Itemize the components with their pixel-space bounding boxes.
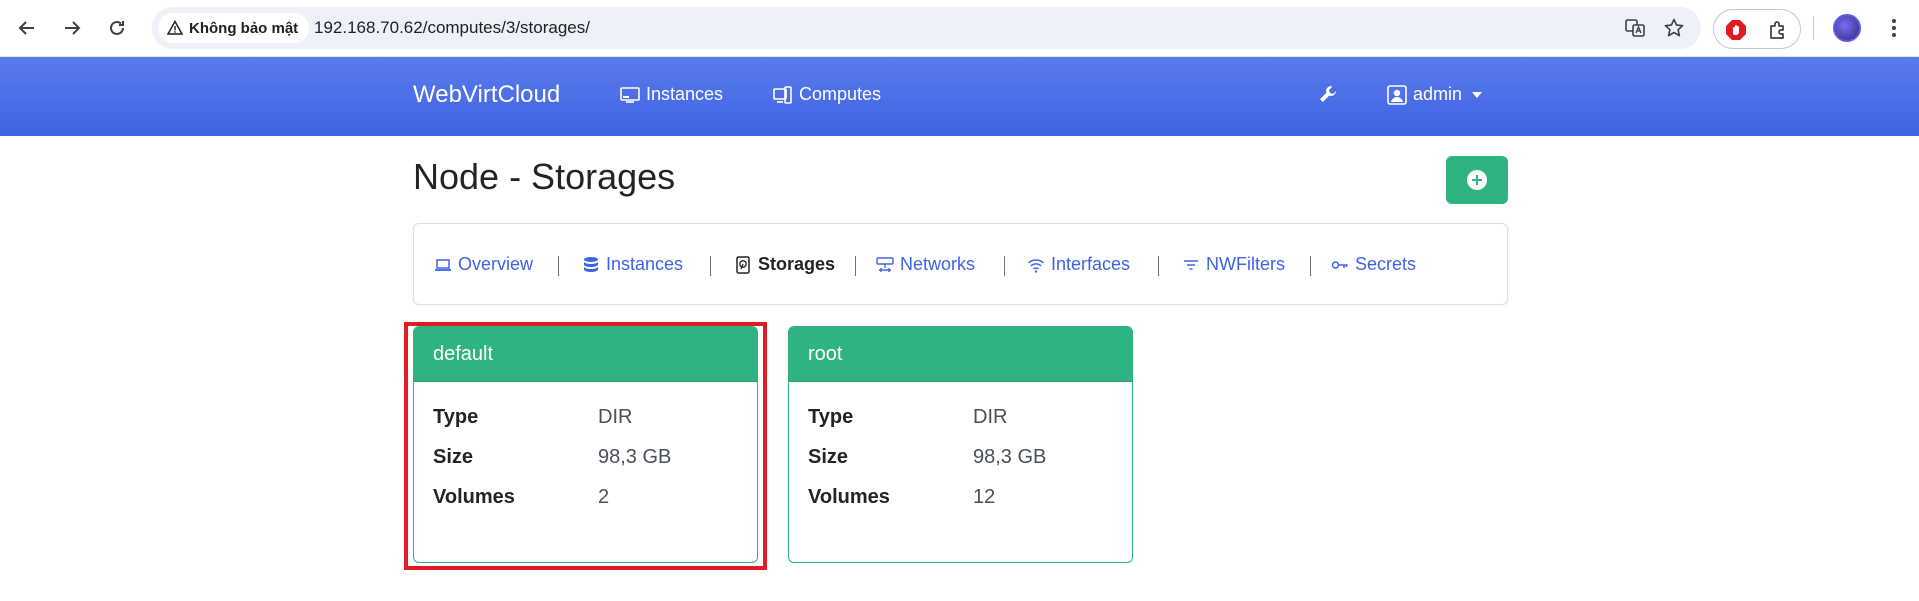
toolbar-separator — [1813, 16, 1814, 40]
menu-icon[interactable] — [1880, 14, 1908, 42]
highlight-box — [404, 322, 767, 570]
tab-overview[interactable]: Overview — [434, 254, 533, 275]
forward-icon — [65, 21, 81, 35]
filter-icon — [1184, 259, 1198, 270]
tab-divider — [1004, 256, 1005, 276]
monitor-icon — [620, 86, 640, 103]
tab-label: Interfaces — [1051, 254, 1131, 274]
tab-label: Storages — [758, 254, 836, 274]
pool-value: 98,3 GB — [973, 446, 1047, 468]
storage-pool-card-root[interactable]: root Type DIR Size 98,3 GB Volumes 12 — [788, 326, 1133, 563]
nav-instances[interactable]: Instances — [620, 84, 723, 105]
tab-storages[interactable]: Storages — [734, 254, 835, 275]
chevron-down-icon — [1472, 91, 1483, 98]
extensions-group — [1713, 9, 1801, 49]
tab-divider — [710, 256, 711, 276]
tab-divider — [558, 256, 559, 276]
tab-divider — [1158, 256, 1159, 276]
warning-icon — [167, 20, 183, 35]
back-button[interactable] — [11, 12, 43, 44]
nav-instances-label: Instances — [646, 84, 724, 104]
tab-divider — [855, 256, 856, 276]
user-icon — [1387, 84, 1407, 105]
adblock-icon[interactable] — [1724, 18, 1748, 42]
tab-label: Overview — [458, 254, 534, 274]
wrench-icon — [1320, 86, 1336, 102]
settings-link[interactable] — [1318, 84, 1338, 104]
user-label: admin — [1413, 84, 1463, 104]
wifi-icon — [1027, 258, 1045, 273]
back-icon — [18, 21, 34, 35]
network-icon — [876, 256, 894, 272]
node-tabs: Overview Instances Storages Networks Int… — [413, 223, 1508, 305]
nav-computes-label: Computes — [799, 84, 882, 104]
star-icon[interactable] — [1662, 16, 1686, 40]
tab-label: Instances — [606, 254, 684, 274]
translate-icon[interactable] — [1623, 16, 1647, 40]
tab-divider — [1310, 256, 1311, 276]
pool-key: Type — [808, 406, 854, 428]
server-icon — [773, 85, 792, 104]
pool-value: 12 — [973, 486, 996, 508]
url-text[interactable]: 192.168.70.62/computes/3/storages/ — [314, 18, 590, 38]
database-icon — [584, 256, 598, 272]
reload-icon — [110, 20, 124, 35]
address-bar[interactable]: Không bảo mật 192.168.70.62/computes/3/s… — [152, 7, 1701, 49]
hdd-icon — [736, 255, 750, 274]
tab-label: Secrets — [1355, 254, 1417, 274]
security-label: Không bảo mật — [189, 19, 299, 37]
app-navbar: WebVirtCloud Instances Computes admin — [0, 57, 1919, 136]
plus-circle-icon — [1467, 170, 1487, 190]
pool-key: Volumes — [808, 486, 890, 508]
tab-instances[interactable]: Instances — [582, 254, 683, 275]
brand-logo[interactable]: WebVirtCloud — [413, 81, 560, 109]
pool-key: Size — [808, 446, 849, 468]
laptop-icon — [435, 258, 451, 271]
pool-value: DIR — [973, 406, 1008, 428]
key-icon — [1331, 260, 1348, 269]
tab-label: NWFilters — [1206, 254, 1285, 274]
nav-computes[interactable]: Computes — [773, 84, 881, 105]
add-storage-button[interactable] — [1446, 156, 1508, 204]
tab-nwfilters[interactable]: NWFilters — [1182, 254, 1285, 275]
tab-interfaces[interactable]: Interfaces — [1027, 254, 1130, 275]
page-title: Node - Storages — [413, 156, 676, 197]
user-menu[interactable]: admin — [1387, 84, 1483, 105]
extensions-icon[interactable] — [1766, 18, 1790, 42]
browser-toolbar: Không bảo mật 192.168.70.62/computes/3/s… — [0, 0, 1919, 57]
tab-networks[interactable]: Networks — [876, 254, 975, 275]
profile-icon[interactable] — [1833, 14, 1861, 42]
pool-name[interactable]: root — [789, 327, 1132, 382]
tab-secrets[interactable]: Secrets — [1331, 254, 1416, 275]
forward-button[interactable] — [56, 12, 88, 44]
reload-button[interactable] — [101, 12, 133, 44]
tab-label: Networks — [900, 254, 976, 274]
security-chip[interactable]: Không bảo mật — [158, 13, 310, 43]
